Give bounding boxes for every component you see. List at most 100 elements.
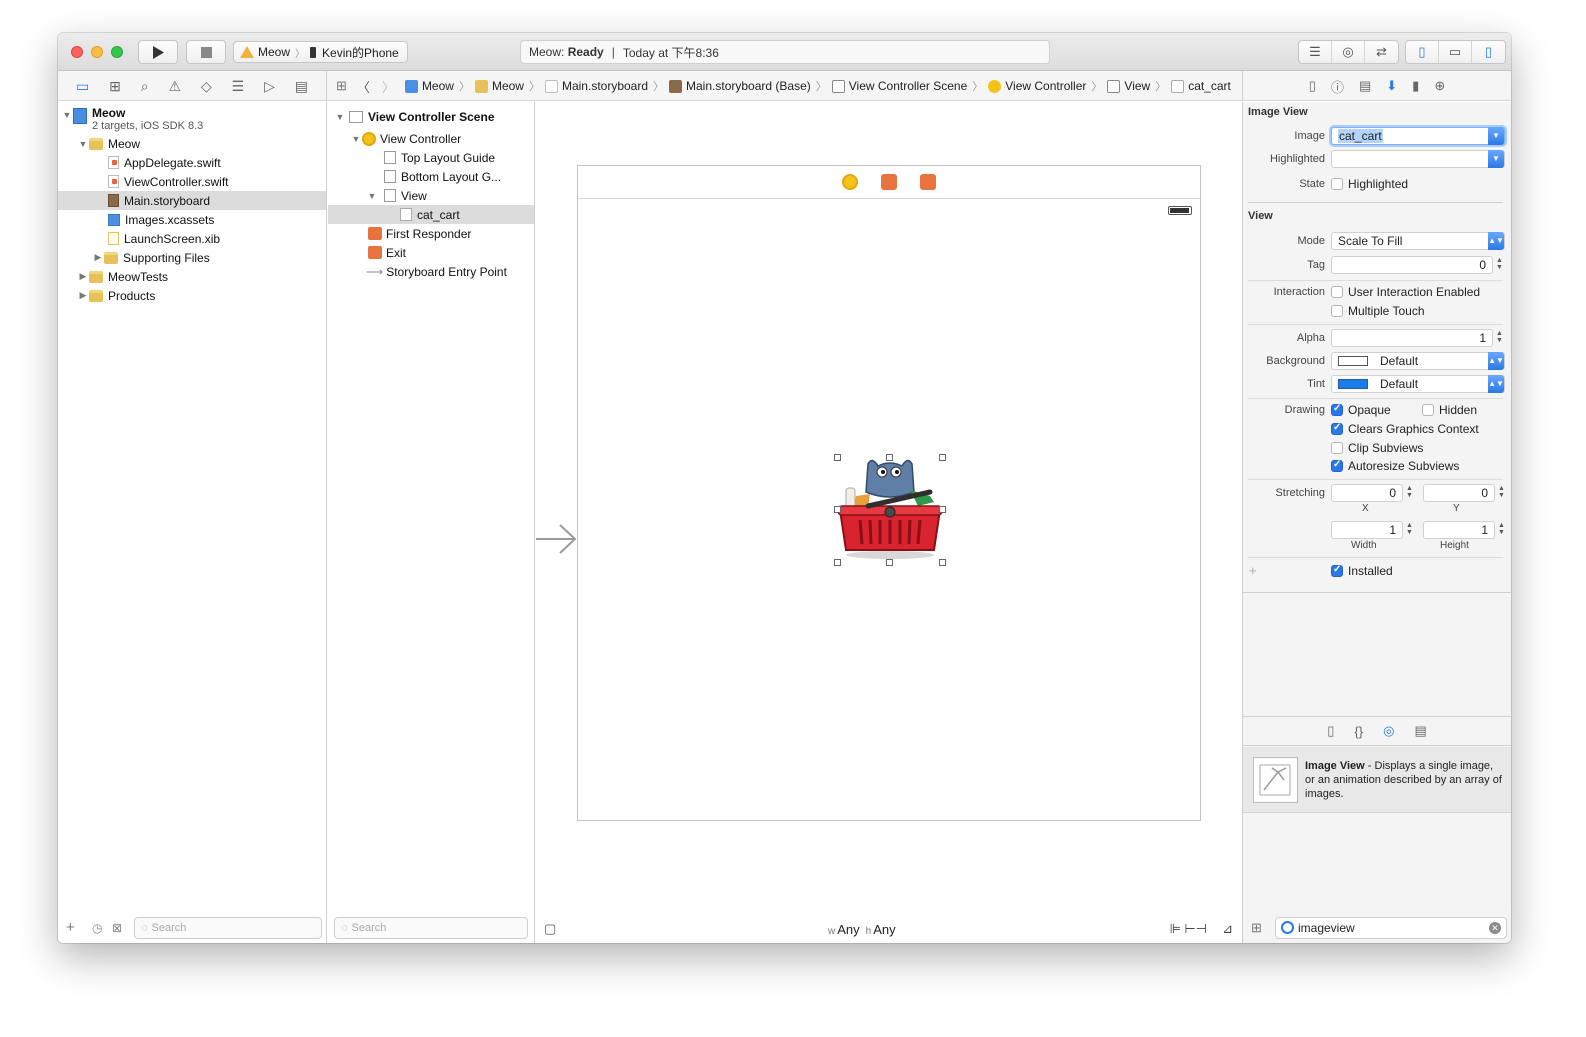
project-navigator-folder-icon[interactable]: ▭ — [76, 78, 89, 95]
navigator-filter-field[interactable]: ◌ Search — [134, 917, 322, 939]
hidden-checkbox[interactable] — [1422, 404, 1434, 416]
version-editor-icon[interactable]: ⇄ — [1365, 41, 1398, 63]
add-variation-plus-icon[interactable]: + — [1249, 563, 1257, 578]
resize-handle[interactable] — [834, 559, 841, 566]
exit-icon[interactable] — [920, 174, 936, 190]
library-view-mode-grid-icon[interactable]: ⊞ — [1251, 920, 1262, 936]
resize-handle[interactable] — [939, 559, 946, 566]
resize-handle[interactable] — [939, 454, 946, 461]
tag-field[interactable]: 0 ▲ ▼ — [1331, 256, 1503, 274]
chevron-updown-icon[interactable]: ▲▼ — [1488, 232, 1504, 250]
clear-search-icon[interactable]: ✕ — [1489, 922, 1501, 934]
minimize-window-button[interactable] — [91, 46, 103, 58]
stretch-x-field[interactable]: 0 ▲ ▼ — [1331, 484, 1413, 502]
stepper-icon[interactable]: ▲ ▼ — [1495, 330, 1504, 346]
code-snippet-library-icon[interactable]: {} — [1354, 724, 1363, 739]
outline-row-top-layout-guide[interactable]: Top Layout Guide — [328, 148, 534, 167]
toggle-navigator-icon[interactable]: ▯ — [1406, 41, 1439, 63]
disclosure-down-icon[interactable]: ▼ — [334, 112, 346, 122]
disclosure-down-icon[interactable]: ▼ — [366, 191, 378, 201]
back-chevron-icon[interactable]: 〈 — [357, 77, 370, 96]
library-item-image-view[interactable]: Image View - Displays a single image, or… — [1243, 747, 1511, 813]
first-responder-cube-icon[interactable] — [881, 174, 897, 190]
pin-icon[interactable]: ⊢⊣ — [1184, 921, 1207, 937]
clears-graphics-checkbox[interactable] — [1331, 422, 1343, 435]
toggle-outline-icon[interactable]: ▢ — [544, 921, 556, 937]
tree-row-project[interactable]: ▼ Meow 2 targets, iOS SDK 8.3 — [58, 104, 326, 134]
outline-row-image-selected[interactable]: cat_cart — [328, 205, 534, 224]
find-navigator-search-icon[interactable]: ⌕ — [141, 78, 149, 95]
tree-row-file[interactable]: AppDelegate.swift — [58, 153, 326, 172]
connections-inspector-icon[interactable]: ⊕ — [1434, 78, 1445, 94]
disclosure-right-icon[interactable]: ▶ — [92, 252, 104, 263]
disclosure-right-icon[interactable]: ▶ — [77, 290, 89, 301]
issue-navigator-warning-icon[interactable]: ⚠ — [168, 78, 181, 95]
stretch-y-field[interactable]: 0 ▲ ▼ — [1423, 484, 1505, 502]
outline-row-scene[interactable]: ▼ View Controller Scene — [328, 107, 534, 126]
disclosure-right-icon[interactable]: ▶ — [77, 271, 89, 282]
multiple-touch-checkbox[interactable] — [1331, 305, 1343, 317]
stretch-width-field[interactable]: 1 ▲ ▼ — [1331, 521, 1413, 539]
debug-navigator-icon[interactable]: ☰ — [232, 78, 245, 95]
outline-filter-field[interactable]: ◌ Search — [334, 917, 528, 939]
user-interaction-checkbox[interactable] — [1331, 286, 1343, 298]
clip-subviews-checkbox[interactable] — [1331, 442, 1343, 454]
zoom-window-button[interactable] — [111, 46, 123, 58]
outline-row-view-controller[interactable]: ▼ View Controller — [328, 129, 534, 148]
symbol-navigator-icon[interactable]: ⊞ — [109, 78, 121, 95]
outline-row-first-responder[interactable]: First Responder — [328, 224, 534, 243]
scheme-selector[interactable]: Meow 〉 Kevin的Phone — [233, 41, 408, 63]
file-template-library-icon[interactable]: ▯ — [1327, 723, 1334, 739]
forward-chevron-icon[interactable]: 〉 — [382, 77, 395, 96]
stepper-icon[interactable]: ▲ ▼ — [1497, 485, 1506, 501]
standard-editor-icon[interactable]: ☰ — [1299, 41, 1332, 63]
tint-color-select[interactable]: Default ▲▼ — [1331, 375, 1505, 393]
opaque-checkbox[interactable] — [1331, 403, 1343, 416]
crumb-scene[interactable]: View Controller Scene — [831, 79, 967, 93]
resize-handle[interactable] — [886, 454, 893, 461]
outline-row-bottom-layout-guide[interactable]: Bottom Layout G... — [328, 167, 534, 186]
align-icon[interactable]: ⊫ — [1170, 921, 1181, 937]
tree-row-file[interactable]: LaunchScreen.xib — [58, 229, 326, 248]
related-items-grid-icon[interactable]: ⊞ — [336, 78, 347, 94]
size-class-control[interactable]: w Any h Any — [828, 922, 896, 937]
autoresize-subviews-checkbox[interactable] — [1331, 459, 1343, 472]
attributes-inspector-icon[interactable]: ⬇ — [1386, 78, 1397, 94]
storyboard-entry-arrow-icon[interactable] — [536, 522, 578, 556]
identity-inspector-icon[interactable]: ▤ — [1359, 78, 1371, 94]
crumb-storyboard-base[interactable]: Main.storyboard (Base) — [669, 79, 811, 93]
stepper-icon[interactable]: ▲ ▼ — [1497, 522, 1506, 538]
chevron-down-icon[interactable]: ▼ — [1488, 127, 1504, 145]
disclosure-down-icon[interactable]: ▼ — [77, 139, 89, 149]
installed-checkbox[interactable] — [1331, 564, 1343, 577]
state-highlighted-checkbox[interactable] — [1331, 178, 1343, 190]
resolve-auto-layout-icon[interactable]: ⊿ — [1222, 921, 1233, 937]
test-navigator-icon[interactable]: ◇ — [201, 78, 212, 95]
alpha-field[interactable]: 1 ▲ ▼ — [1331, 329, 1503, 347]
chevron-updown-icon[interactable]: ▲▼ — [1488, 375, 1504, 393]
quick-help-icon[interactable]: ⓘ — [1331, 77, 1344, 96]
library-filter-field[interactable]: imageview ✕ — [1275, 917, 1507, 939]
tree-row-file[interactable]: Images.xcassets — [58, 210, 326, 229]
tree-row-group-supporting[interactable]: ▶ Supporting Files — [58, 248, 326, 267]
background-color-select[interactable]: Default ▲▼ — [1331, 352, 1505, 370]
view-controller-scene[interactable] — [577, 165, 1201, 821]
content-mode-select[interactable]: Scale To Fill ▲▼ — [1331, 232, 1505, 250]
crumb-view[interactable]: View — [1107, 79, 1150, 93]
object-library-icon[interactable]: ◎ — [1383, 723, 1394, 739]
disclosure-down-icon[interactable]: ▼ — [350, 134, 362, 144]
resize-handle[interactable] — [886, 559, 893, 566]
tree-row-file[interactable]: ViewController.swift — [58, 172, 326, 191]
resize-handle[interactable] — [939, 506, 946, 513]
outline-row-view[interactable]: ▼ View — [328, 186, 534, 205]
crumb-storyboard[interactable]: Main.storyboard — [544, 79, 648, 93]
breakpoint-navigator-icon[interactable]: ▷ — [264, 78, 275, 95]
crumb-view-controller[interactable]: View Controller — [988, 79, 1086, 93]
tree-row-group-tests[interactable]: ▶ MeowTests — [58, 267, 326, 286]
stepper-icon[interactable]: ▲ ▼ — [1405, 485, 1414, 501]
report-navigator-icon[interactable]: ▤ — [295, 78, 308, 95]
tree-row-group-products[interactable]: ▶ Products — [58, 286, 326, 305]
stop-button[interactable] — [186, 40, 226, 64]
resize-handle[interactable] — [834, 506, 841, 513]
crumb-group[interactable]: Meow — [474, 79, 524, 93]
